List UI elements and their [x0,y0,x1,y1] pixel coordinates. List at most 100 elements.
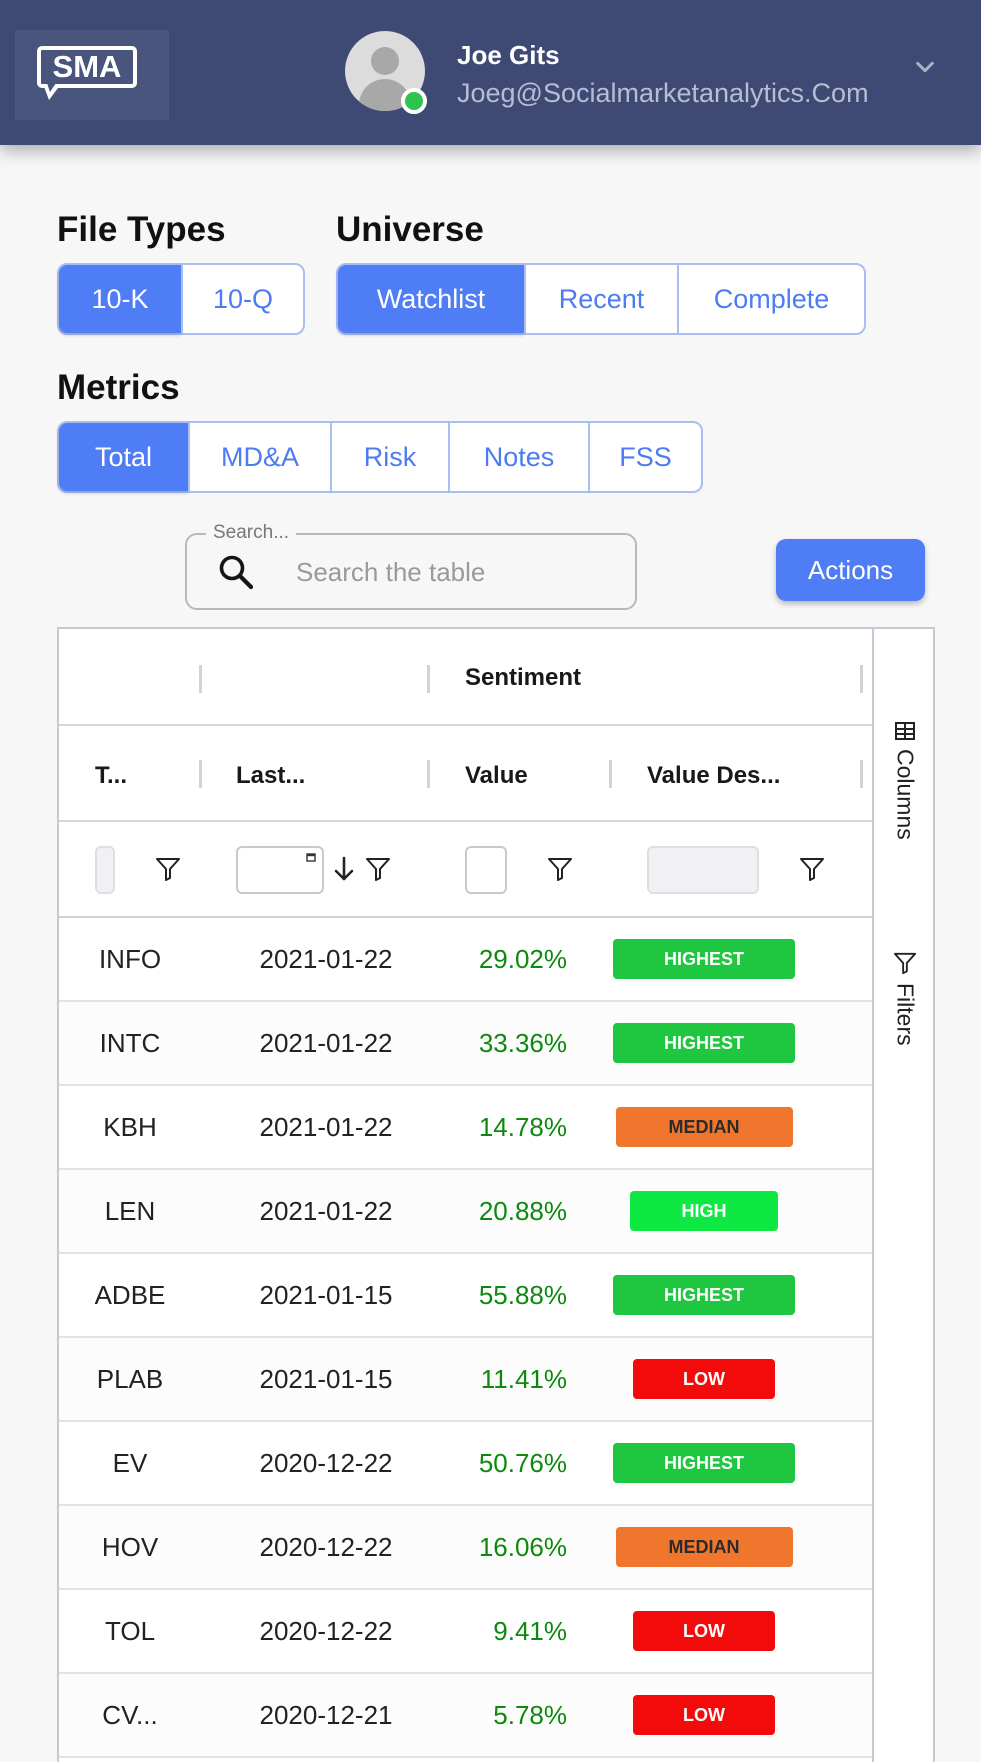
value-description-cell: HIGHEST [599,1002,809,1084]
value-description-cell: LOW [599,1674,809,1756]
header-separator [427,665,430,693]
table-row[interactable]: KBH 2021-01-22 14.78% MEDIAN [59,1086,872,1170]
header-separator [860,665,863,693]
logo-container[interactable]: SMA [15,30,169,120]
column-resize-handle[interactable] [199,760,202,788]
metric-notes-button[interactable]: Notes [448,423,588,491]
ticker-cell: HOV [101,1531,159,1562]
columns-tab[interactable]: Columns [880,721,930,840]
filter-icon [893,952,917,975]
value-description-filter-input[interactable] [647,846,759,894]
table-row[interactable]: TOL 2020-12-22 9.41% LOW [59,1590,872,1674]
online-status-indicator [401,88,427,114]
table-row[interactable]: HOV 2020-12-22 16.06% MEDIAN [59,1506,872,1590]
sentiment-badge: LOW [633,1359,775,1399]
ticker-column-header[interactable]: T... [95,762,127,790]
filter-row [59,822,872,918]
value-cell: 50.76% [478,1447,567,1478]
actions-button[interactable]: Actions [776,539,925,601]
sentiment-badge: HIGH [630,1191,778,1231]
date-cell: 2020-12-22 [259,1531,393,1562]
logo: SMA [37,46,137,88]
universe-complete-button[interactable]: Complete [677,265,864,333]
value-cell: 11.41% [480,1363,567,1394]
value-cell: 55.88% [478,1279,567,1310]
sentiment-badge: MEDIAN [615,1107,793,1147]
filter-icon[interactable] [799,856,825,882]
value-description-cell: MEDIAN [599,1086,809,1168]
value-filter-input[interactable] [465,846,507,894]
sentiment-badge: LOW [633,1611,775,1651]
ticker-cell: EV [112,1447,148,1478]
columns-icon [895,722,915,740]
data-grid: Sentiment T... Last... Value Value Des..… [57,627,935,1762]
ticker-cell: CV... [102,1699,158,1730]
sentiment-badge: HIGHEST [613,1275,795,1315]
value-description-cell: HIGHEST [599,918,809,1000]
value-column-header[interactable]: Value [465,762,528,790]
user-name: Joe Gits [457,40,560,70]
table-row[interactable]: LEN 2021-01-22 20.88% HIGH [59,1170,872,1254]
ticker-filter-input[interactable] [95,846,115,894]
value-cell: 16.06% [478,1531,567,1562]
table-row[interactable]: PLAB 2021-01-15 11.41% LOW [59,1338,872,1422]
grid-body: INFO 2021-01-22 29.02% HIGHEST INTC 2021-01-2… [59,918,872,1758]
metric-total-button[interactable]: Total [59,423,188,491]
value-description-cell: LOW [599,1590,809,1672]
file-type-10q-button[interactable]: 10-Q [181,265,303,333]
filter-icon[interactable] [547,856,573,882]
date-cell: 2021-01-15 [259,1363,393,1394]
column-resize-handle[interactable] [609,760,612,788]
metric-fss-button[interactable]: FSS [588,423,701,491]
column-header-row: T... Last... Value Value Des... [59,726,872,881]
sentiment-badge: HIGHEST [613,1443,795,1483]
table-row[interactable]: EV 2020-12-22 50.76% HIGHEST [59,1422,872,1506]
metric-risk-button[interactable]: Risk [330,423,448,491]
last-date-column-header[interactable]: Last... [236,762,305,790]
search-legend: Search... [206,522,297,544]
search-input[interactable] [296,555,616,589]
value-cell: 9.41% [493,1615,567,1646]
universe-recent-button[interactable]: Recent [524,265,677,333]
avatar-head [371,47,399,75]
header-separator [199,665,202,693]
filter-icon[interactable] [155,856,181,882]
value-description-cell: HIGH [599,1170,809,1252]
value-description-column-header[interactable]: Value Des... [647,762,780,790]
calendar-icon[interactable] [306,852,316,862]
top-bar: SMA Joe Gits Joeg@Socialmarketanalytics.… [0,0,981,145]
date-cell: 2021-01-22 [259,1111,393,1142]
ticker-cell: LEN [104,1195,156,1226]
value-cell: 5.78% [493,1699,567,1730]
column-resize-handle[interactable] [860,760,863,788]
ticker-cell: INFO [98,943,162,974]
date-cell: 2021-01-15 [259,1279,393,1310]
ticker-cell: INTC [99,1027,161,1058]
ticker-cell: KBH [103,1111,157,1142]
value-cell: 20.88% [478,1195,567,1226]
column-group-row: Sentiment [59,629,872,726]
file-types-toggle: 10-K 10-Q [57,263,305,335]
chevron-down-icon[interactable] [914,56,936,78]
table-row[interactable]: INTC 2021-01-22 33.36% HIGHEST [59,1002,872,1086]
file-types-title: File Types [57,210,226,249]
column-resize-handle[interactable] [427,760,430,788]
sentiment-badge: MEDIAN [615,1527,793,1567]
filter-icon[interactable] [365,856,391,882]
metric-mda-button[interactable]: MD&A [188,423,330,491]
table-row[interactable]: ADBE 2021-01-15 55.88% HIGHEST [59,1254,872,1338]
sentiment-group-header: Sentiment [465,664,582,691]
filters-tab[interactable]: Filters [880,951,930,1046]
logo-speech-tail [43,83,61,100]
columns-label: Columns [892,749,919,840]
table-row[interactable]: CV... 2020-12-21 5.78% LOW [59,1674,872,1758]
sentiment-badge: HIGHEST [613,1023,795,1063]
table-row[interactable]: INFO 2021-01-22 29.02% HIGHEST [59,918,872,1002]
value-description-cell: LOW [599,1338,809,1420]
value-cell: 29.02% [478,943,567,974]
ticker-cell: TOL [104,1615,156,1646]
file-type-10k-button[interactable]: 10-K [59,265,181,333]
value-cell: 33.36% [478,1027,567,1058]
universe-watchlist-button[interactable]: Watchlist [338,265,524,333]
sentiment-badge: HIGHEST [613,939,795,979]
